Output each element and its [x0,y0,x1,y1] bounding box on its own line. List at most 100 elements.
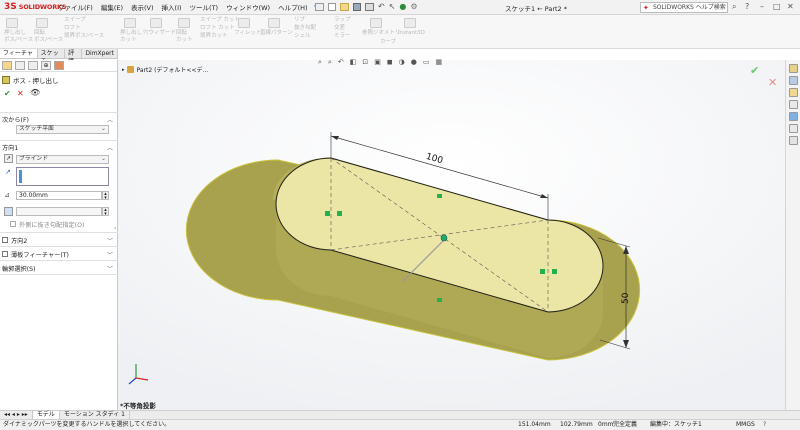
reference-geometry-icon[interactable] [370,18,382,28]
rebuild-icon[interactable]: ● [399,3,406,11]
minimize-icon[interactable]: – [760,2,764,11]
menu-view[interactable]: 表示(V) [131,2,154,12]
menu-tools[interactable]: ツール(T) [190,2,219,12]
solidworks-logo[interactable]: 3S SOLIDWORKS [4,2,67,12]
status-units[interactable]: MMGS [736,420,755,430]
status-quick-tips-icon[interactable]: ? [763,420,766,430]
selection-marker[interactable] [325,211,330,216]
options-icon[interactable]: ⚙ [410,3,417,11]
help-icon[interactable]: ? [745,2,749,11]
from-section-label[interactable]: 次から(F) [2,115,29,124]
selection-marker[interactable] [337,211,342,216]
appearances-icon[interactable] [789,112,798,121]
cancel-x-icon[interactable]: ✕ [17,89,24,98]
view-settings-icon[interactable]: ▦ [436,58,443,67]
direction-vector-field[interactable] [16,167,109,186]
depth-input[interactable]: 30.00mm [16,191,102,200]
zoom-area-icon[interactable]: ⌕ [328,58,332,67]
revolve-boss-icon[interactable] [36,18,48,28]
selection-marker[interactable] [437,298,442,302]
thin-feature-checkbox[interactable]: 薄板フィーチャー(T) [2,250,69,259]
hole-wizard-icon[interactable] [150,18,162,28]
extrude-cut-icon[interactable] [124,18,136,28]
new-document-icon[interactable] [328,3,336,11]
view-orientation-icon[interactable]: ▣ [374,58,381,67]
sketch-origin[interactable] [440,234,448,242]
menu-help[interactable]: ヘルプ(H) [278,2,307,12]
previous-view-icon[interactable]: ↶ [338,58,344,67]
contour-select-label[interactable]: 輪郭選択(S) [2,264,36,273]
search-icon[interactable]: ⌕ [732,2,736,12]
chevron-up-icon[interactable]: ︿ [107,143,113,152]
direction1-section-label[interactable]: 方向1 [2,143,18,152]
fillet-icon[interactable] [238,18,250,28]
confirm-corner-check-icon[interactable]: ✔ [750,64,759,77]
loft-button[interactable]: ロフト [64,25,81,32]
tab-motion-study[interactable]: モーション スタディ 1 [60,411,130,419]
wrap-button[interactable]: ラップ [334,17,351,24]
end-condition-select[interactable]: ブラインド ⌄ [16,155,109,164]
linear-pattern-icon[interactable] [268,18,280,28]
sweep-cut-button[interactable]: スイープ カット [200,17,240,24]
display-style-icon[interactable]: ◼ [387,58,393,67]
preview-eye-icon[interactable]: 👁 [30,88,40,97]
breadcrumb[interactable]: ▸ Part2 (デフォルト<<デ... [122,65,208,74]
rib-button[interactable]: リブ [294,17,305,24]
revolve-boss-button[interactable]: 回転 ボス/ベース [34,30,63,44]
fillet-button[interactable]: フィレット [234,30,261,37]
home-icon[interactable] [315,3,324,11]
hide-show-items-icon[interactable]: ◑ [399,58,405,67]
custom-properties-icon[interactable] [789,124,798,133]
confirm-check-icon[interactable]: ✔ [4,89,11,98]
direction2-checkbox[interactable]: 方向2 [2,236,27,245]
forum-icon[interactable] [789,136,798,145]
chevron-down-icon[interactable]: ﹀ [107,236,113,245]
select-icon[interactable]: ↖ [389,3,396,11]
reference-geometry-button[interactable]: 参照ジオメトリ [362,30,401,37]
cancel-corner-x-icon[interactable]: ✕ [768,76,777,89]
menu-insert[interactable]: 挿入(I) [162,2,182,12]
undo-icon[interactable]: ↶ [378,3,385,11]
dimension-width-text[interactable]: 50 [621,292,631,304]
chevron-down-icon[interactable]: ﹀ [107,264,113,273]
view-palette-icon[interactable] [789,100,798,109]
graphics-area[interactable]: 100 50 ▸ Part2 (デフォルト<<デ... ⌕ ⌕ ↶ ◧ ⊡ ▣ … [118,58,785,410]
tab-model[interactable]: モデル [32,411,60,419]
from-start-select[interactable]: スケッチ平面 ⌄ [16,125,109,134]
tab-features[interactable]: フィーチャー [0,49,38,65]
draft-button[interactable]: 抜き勾配 [294,25,316,32]
loft-cut-button[interactable]: ロフト カット [200,25,235,32]
display-manager-icon[interactable] [54,61,64,70]
sweep-button[interactable]: スイープ [64,17,86,24]
reverse-direction-icon[interactable]: ↗ [4,154,13,163]
panel-collapse-handle[interactable]: ‹ [114,225,116,232]
design-library-icon[interactable] [789,76,798,85]
zoom-to-fit-icon[interactable]: ⌕ [318,58,322,67]
shell-button[interactable]: シェル [294,33,311,40]
extrude-cut-button[interactable]: 押し出し カット [120,30,142,44]
menu-edit[interactable]: 編集(E) [101,2,123,12]
print-icon[interactable] [365,3,374,11]
draft-outward-checkbox[interactable]: 外側に抜き勾配指定(O) [10,220,84,229]
feature-tree-icon[interactable] [2,61,12,70]
file-explorer-icon[interactable] [789,88,798,97]
dynamic-annotation-icon[interactable]: ⊡ [362,58,368,67]
apply-scene-icon[interactable]: ▭ [423,58,430,67]
boundary-cut-button[interactable]: 境界カット [200,33,228,40]
chevron-up-icon[interactable]: ︿ [107,115,113,124]
section-view-icon[interactable]: ◧ [350,58,357,67]
menu-file[interactable]: ファイル(F) [58,2,93,12]
tab-evaluate[interactable]: 評価 [65,49,83,65]
tab-dimxpert[interactable]: DimXpert [82,49,118,58]
configuration-manager-icon[interactable] [28,61,38,70]
intersect-button[interactable]: 交差 [334,25,345,32]
selection-marker[interactable] [437,194,442,198]
draft-angle-input[interactable] [16,207,102,216]
solidworks-resources-icon[interactable] [789,64,798,73]
selection-marker[interactable] [540,269,545,274]
instant3d-icon[interactable] [404,18,416,28]
help-search-input[interactable]: ✦ SOLIDWORKS ヘルプ検索 [640,2,728,13]
extrude-boss-icon[interactable] [6,18,18,28]
chevron-down-icon[interactable]: ﹀ [107,250,113,259]
edit-appearance-icon[interactable]: ● [411,58,417,67]
